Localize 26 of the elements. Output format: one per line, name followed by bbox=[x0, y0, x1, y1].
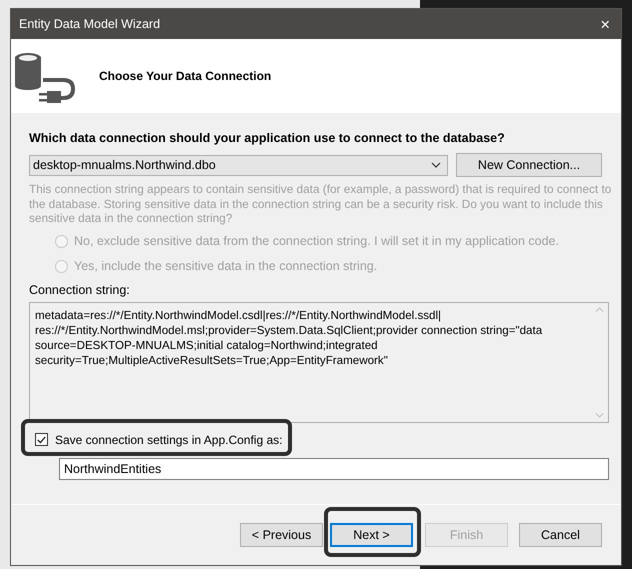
chevron-down-icon bbox=[431, 162, 441, 168]
connection-string-line: res://*/Entity.NorthwindModel.msl;provider=System.Data.SqlClient;provider connection string="data bbox=[35, 322, 544, 338]
connection-dropdown[interactable]: desktop-mnualms.Northwind.dbo bbox=[29, 154, 448, 176]
checkmark-icon bbox=[37, 436, 46, 444]
connection-string-box[interactable] bbox=[29, 302, 609, 422]
scroll-down-icon bbox=[595, 412, 604, 418]
connection-string-line: security=True;MultipleActiveResultSets=True;App=EntityFramework" bbox=[35, 352, 389, 368]
connection-string-line: source=DESKTOP-MNUALMS;initial catalog=Northwind;integrated bbox=[35, 338, 379, 352]
connection-string-label: Connection string: bbox=[29, 282, 131, 296]
window-title: Entity Data Model Wizard bbox=[19, 17, 160, 31]
checkbox[interactable] bbox=[35, 433, 48, 446]
connection-string-line: metadata=res://*/Entity.NorthwindModel.csdl|res://*/Entity.NorthwindModel.ssdl| bbox=[35, 308, 442, 322]
checkbox-label: Save connection settings in App.Config as: bbox=[55, 432, 282, 446]
wizard-button[interactable]: Next > bbox=[330, 523, 413, 547]
wizard-button[interactable]: Cancel bbox=[519, 523, 602, 547]
page-heading: Choose Your Data Connection bbox=[99, 69, 272, 83]
scroll-up-icon bbox=[595, 306, 604, 312]
radio-label: Yes, include the sensitive data in the connection string. bbox=[74, 259, 378, 273]
wizard-button[interactable]: < Previous bbox=[240, 523, 323, 547]
question-label: Which data connection should your application use to connect to the database? bbox=[29, 131, 506, 145]
sensitive-data-note: This connection string appears to contain sensitive data (for example, a password) that is required to connect to the database. Storing sensitive data in the connection string can be a security risk. Do you want to include this sensitive data in the connection string? bbox=[29, 182, 612, 226]
database-plug-icon bbox=[13, 52, 75, 104]
entity-name-field[interactable]: NorthwindEntities bbox=[59, 458, 609, 480]
close-button[interactable]: ✕ bbox=[598, 16, 613, 32]
new-connection-button[interactable]: New Connection... bbox=[456, 153, 602, 177]
radio-label: No, exclude sensitive data from the connection string. I will set it in my application code. bbox=[74, 234, 559, 248]
